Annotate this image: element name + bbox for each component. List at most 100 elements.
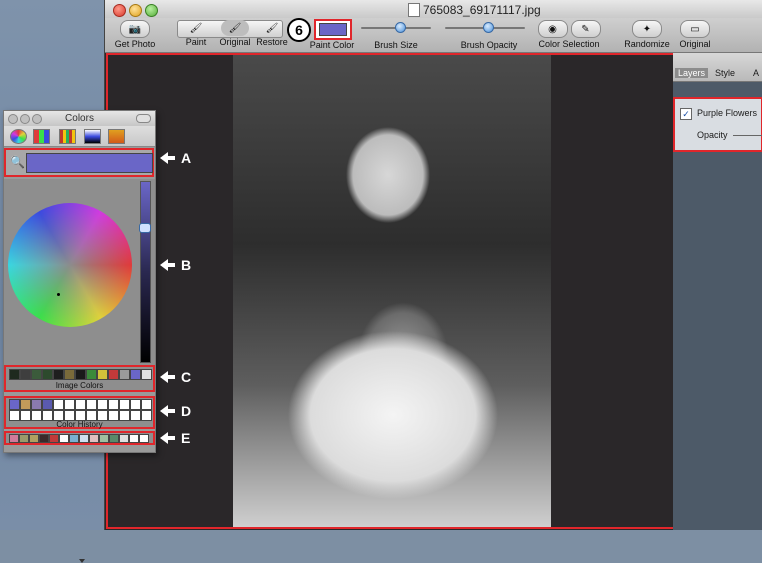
brightness-slider[interactable] (140, 181, 151, 363)
colors-close-button[interactable] (8, 114, 18, 124)
camera-icon: 📷 (120, 20, 150, 38)
colors-panel: Colors 🔍 Image Colors Color History (3, 110, 156, 563)
opacity-slider[interactable] (733, 135, 762, 136)
colors-title-bar: Colors (4, 111, 155, 126)
history-color-swatch[interactable] (53, 399, 64, 410)
color-wheel[interactable] (8, 203, 132, 327)
minimize-button[interactable] (129, 4, 142, 17)
toolbar-toggle-button[interactable] (136, 114, 151, 123)
callout-a-label: A (181, 150, 192, 166)
favorite-color-swatch[interactable] (69, 434, 79, 443)
image-color-swatch[interactable] (130, 369, 141, 380)
callout-e-label: E (181, 430, 191, 446)
image-color-swatch[interactable] (75, 369, 86, 380)
image-color-swatch[interactable] (97, 369, 108, 380)
palettes-mode-icon[interactable] (59, 129, 76, 144)
color-selection-buttons: ◉ ✎ (537, 20, 601, 38)
original-tool[interactable]: 🖌 Original (217, 18, 253, 47)
favorite-color-swatch[interactable] (49, 434, 59, 443)
image-colors-label: Image Colors (55, 381, 104, 390)
tab-style[interactable]: Style (715, 68, 735, 78)
colors-zoom-button[interactable] (32, 114, 42, 124)
history-color-swatch[interactable] (141, 399, 152, 410)
history-color-swatch[interactable] (97, 399, 108, 410)
callout-c: C (160, 369, 191, 385)
brush-size-label: Brush Size (374, 40, 418, 50)
history-color-swatch[interactable] (119, 399, 130, 410)
favorite-color-swatch[interactable] (39, 434, 49, 443)
image-color-swatch[interactable] (141, 369, 152, 380)
arrow-left-icon (160, 405, 168, 417)
color-selection-group[interactable]: ◉ ✎ Color Selection (537, 18, 601, 49)
restore-tool[interactable]: 🖌 Restore (255, 18, 289, 48)
image-color-swatch[interactable] (9, 369, 20, 380)
original-view-button[interactable]: ▭ Original (675, 18, 715, 49)
paint-label: Paint (185, 37, 207, 47)
magnifier-icon[interactable]: 🔍 (10, 155, 25, 169)
callout-e: E (160, 430, 190, 446)
close-button[interactable] (113, 4, 126, 17)
favorite-color-swatch[interactable] (99, 434, 109, 443)
tab-layers[interactable]: Layers (675, 68, 709, 78)
favorite-color-swatch[interactable] (139, 434, 149, 443)
arrow-left-icon (160, 259, 168, 271)
favorite-color-swatch[interactable] (19, 434, 29, 443)
image-color-swatch[interactable] (86, 369, 97, 380)
history-color-swatch[interactable] (108, 399, 119, 410)
history-color-swatch[interactable] (20, 399, 31, 410)
history-color-swatch[interactable] (75, 399, 86, 410)
image-color-swatch[interactable] (42, 369, 53, 380)
color-history-label: Color History (56, 420, 103, 429)
history-color-swatch[interactable] (42, 399, 53, 410)
favorite-color-swatch[interactable] (79, 434, 89, 443)
step-badge: 6 (287, 18, 311, 42)
history-color-swatch[interactable] (9, 399, 20, 410)
get-photo-label: Get Photo (114, 39, 156, 49)
eyedropper-icon[interactable]: ✎ (570, 20, 601, 38)
callout-b-label: B (181, 257, 192, 273)
image-palette-mode-icon[interactable] (84, 129, 101, 144)
restore-brush-icon: 🖌 (265, 22, 279, 34)
callout-b: B (160, 257, 191, 273)
zoom-button[interactable] (145, 4, 158, 17)
history-color-swatch[interactable] (86, 399, 97, 410)
history-color-swatch[interactable] (130, 399, 141, 410)
photo-image[interactable] (233, 55, 551, 527)
image-color-swatch[interactable] (108, 369, 119, 380)
crayons-mode-icon[interactable] (108, 129, 125, 144)
favorite-color-swatch[interactable] (119, 434, 129, 443)
brush-size-knob[interactable] (395, 22, 406, 33)
favorite-color-swatch[interactable] (109, 434, 119, 443)
paint-color-well[interactable] (314, 19, 352, 40)
image-color-swatch[interactable] (53, 369, 64, 380)
sliders-mode-icon[interactable] (33, 129, 50, 144)
history-color-swatch[interactable] (31, 399, 42, 410)
paint-tool[interactable]: 🖌 Paint (179, 18, 213, 48)
image-color-swatch[interactable] (20, 369, 31, 380)
favorite-color-swatch[interactable] (89, 434, 99, 443)
current-color-swatch[interactable] (26, 153, 153, 173)
brightness-knob[interactable] (139, 223, 151, 233)
color-wheel-icon[interactable]: ◉ (537, 20, 568, 38)
image-color-swatch[interactable] (64, 369, 75, 380)
favorite-color-swatch[interactable] (59, 434, 69, 443)
color-wheel-mode-icon[interactable] (10, 129, 27, 144)
favorites-strip (4, 431, 155, 445)
favorite-color-swatch[interactable] (29, 434, 39, 443)
history-color-swatch[interactable] (64, 399, 75, 410)
callout-d: D (160, 403, 191, 419)
layers-panel: Layers Style A ✓ Purple Flowers Opacity (673, 53, 762, 530)
favorite-color-swatch[interactable] (129, 434, 139, 443)
randomize-button[interactable]: ✦ Randomize (623, 18, 671, 49)
colors-minimize-button[interactable] (20, 114, 30, 124)
canvas-area[interactable] (106, 53, 676, 529)
color-wheel-cursor[interactable] (57, 293, 60, 296)
favorite-color-swatch[interactable] (9, 434, 19, 443)
brush-opacity-knob[interactable] (483, 22, 494, 33)
get-photo-button[interactable]: 📷 Get Photo (113, 18, 157, 49)
layer-visible-checkbox[interactable]: ✓ (680, 108, 692, 120)
image-color-swatch[interactable] (119, 369, 130, 380)
current-color-row: 🔍 (4, 148, 154, 177)
tab-more[interactable]: A (753, 68, 759, 78)
image-color-swatch[interactable] (31, 369, 42, 380)
